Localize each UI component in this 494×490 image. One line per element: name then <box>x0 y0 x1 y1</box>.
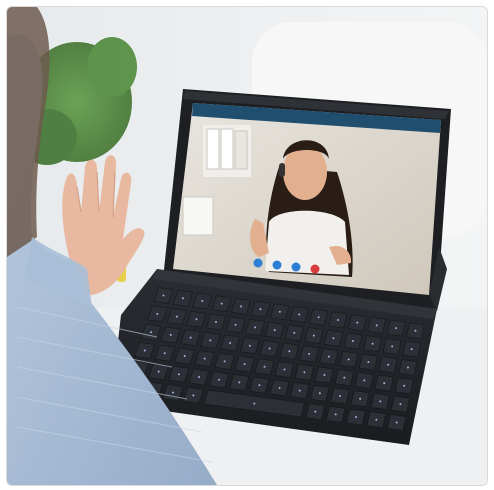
key-legend <box>288 350 291 353</box>
key-legend <box>218 378 221 381</box>
key-legend <box>298 389 301 392</box>
mic-icon <box>253 258 263 268</box>
key-legend <box>162 294 165 297</box>
key-legend <box>253 402 256 405</box>
key-legend <box>209 339 212 342</box>
key-legend <box>163 352 166 355</box>
key-legend <box>298 313 301 316</box>
key-legend <box>339 395 341 397</box>
key-legend <box>387 363 390 366</box>
key-legend <box>183 354 186 357</box>
key-legend <box>323 373 326 376</box>
key-legend <box>156 312 159 315</box>
key-legend <box>150 331 153 334</box>
key-legend <box>263 365 266 368</box>
key-legend <box>273 329 276 332</box>
box <box>182 196 214 236</box>
key-legend <box>356 321 359 324</box>
key-legend <box>375 324 378 327</box>
key-legend <box>201 299 204 302</box>
key-legend <box>399 403 402 406</box>
key-legend <box>268 347 271 350</box>
key-legend <box>157 370 160 373</box>
speaker-icon <box>291 262 301 272</box>
key-legend <box>410 348 413 351</box>
key-legend <box>303 371 306 374</box>
key-legend <box>234 323 237 326</box>
key-legend <box>259 308 262 311</box>
key-legend <box>169 333 172 336</box>
key-legend <box>143 349 146 352</box>
camera-icon <box>272 260 282 270</box>
key-legend <box>175 315 178 318</box>
key-legend <box>371 342 374 345</box>
hangup-icon <box>310 264 320 274</box>
key-legend <box>220 302 223 305</box>
key-legend <box>318 392 321 395</box>
key-legend <box>240 305 243 308</box>
key-legend <box>327 355 330 358</box>
key-legend <box>406 366 409 369</box>
key-legend <box>363 379 366 382</box>
product-photo <box>7 7 487 485</box>
key-legend <box>181 297 184 300</box>
key-legend <box>172 391 174 394</box>
key-legend <box>254 326 257 329</box>
key-legend <box>195 318 198 321</box>
key-legend <box>395 421 398 424</box>
key-legend <box>177 373 180 376</box>
key-legend <box>395 327 398 330</box>
key-legend <box>332 337 335 340</box>
key-legend <box>383 382 386 385</box>
key-legend <box>189 336 192 339</box>
key-legend <box>243 363 246 366</box>
key-legend <box>352 340 354 342</box>
key-legend <box>278 310 281 313</box>
photo-frame <box>6 6 488 486</box>
key-legend <box>283 368 286 371</box>
key-legend <box>414 329 417 332</box>
key-legend <box>293 331 296 334</box>
key-legend <box>229 342 232 345</box>
key-legend <box>238 381 241 384</box>
key-legend <box>343 376 346 379</box>
key-legend <box>317 316 320 319</box>
key-legend <box>203 357 206 360</box>
key-legend <box>391 345 394 348</box>
key-legend <box>347 358 350 361</box>
key-legend <box>223 360 226 363</box>
key-legend <box>314 410 317 413</box>
key-legend <box>355 416 357 419</box>
key-legend <box>379 400 382 403</box>
key-legend <box>403 384 406 387</box>
key-legend <box>215 321 217 323</box>
key-legend <box>334 413 337 416</box>
key-legend <box>312 334 315 337</box>
key-legend <box>375 418 378 421</box>
key-legend <box>192 394 195 397</box>
key-legend <box>258 384 261 387</box>
key-legend <box>308 352 311 355</box>
key-legend <box>198 376 200 378</box>
key-legend <box>367 361 370 364</box>
key-legend <box>248 344 251 347</box>
key-legend <box>278 386 281 389</box>
key-legend <box>336 318 339 321</box>
key-legend <box>359 397 362 400</box>
